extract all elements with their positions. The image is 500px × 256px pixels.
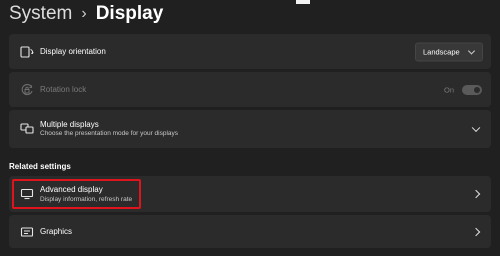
related-settings-heading: Related settings — [9, 162, 71, 171]
chevron-down-icon[interactable] — [471, 123, 481, 133]
page-title: Display — [95, 3, 164, 24]
breadcrumb: System › Display — [9, 0, 163, 28]
display-settings-page: System › Display Display orientation Lan… — [0, 0, 500, 256]
window-edge-mark — [296, 0, 310, 4]
display-orientation-label: Display orientation — [40, 47, 106, 56]
multiple-displays-setting[interactable]: Multiple displays Choose the presentatio… — [9, 110, 491, 148]
breadcrumb-separator-icon: › — [81, 5, 87, 22]
chevron-down-icon — [467, 46, 476, 55]
chevron-right-icon — [471, 227, 481, 236]
rotation-lock-toggle[interactable] — [462, 84, 482, 95]
rotation-lock-icon — [19, 82, 35, 98]
rotation-lock-state: On — [443, 85, 454, 94]
chevron-right-icon — [471, 189, 481, 199]
rotation-lock-label: Rotation lock — [40, 85, 87, 94]
display-orientation-dropdown[interactable]: Landscape — [415, 42, 483, 61]
display-orientation-setting: Display orientation Landscape — [9, 34, 491, 69]
multiple-displays-label: Multiple displays — [40, 120, 99, 129]
display-orientation-icon — [19, 44, 35, 60]
multiple-displays-icon — [19, 121, 35, 137]
graphics-icon — [19, 224, 35, 240]
multiple-displays-description: Choose the presentation mode for your di… — [40, 130, 179, 137]
breadcrumb-system[interactable]: System — [9, 3, 72, 25]
display-orientation-value: Landscape — [423, 47, 460, 56]
graphics-label: Graphics — [40, 227, 73, 236]
rotation-lock-setting: Rotation lock On — [9, 72, 491, 107]
graphics-setting[interactable]: Graphics — [9, 215, 491, 248]
highlight-annotation — [12, 179, 141, 209]
toggle-knob — [474, 86, 480, 93]
